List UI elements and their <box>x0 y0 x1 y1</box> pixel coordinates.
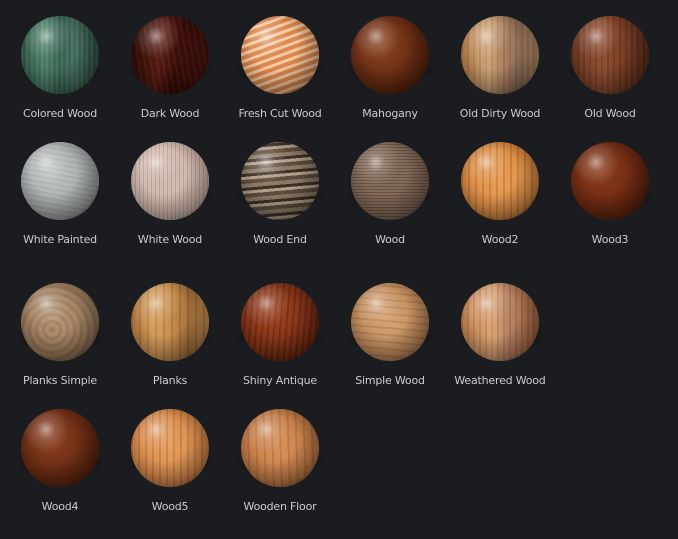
material-weathered-wood[interactable]: Weathered Wood <box>445 267 555 387</box>
material-sphere-preview <box>461 283 539 361</box>
material-sphere-preview <box>571 16 649 94</box>
material-sphere-preview <box>131 409 209 487</box>
material-wood4[interactable]: Wood4 <box>5 393 115 513</box>
material-wood3[interactable]: Wood3 <box>555 126 665 246</box>
material-shiny-antique[interactable]: Shiny Antique <box>225 267 335 387</box>
material-sphere-preview <box>241 16 319 94</box>
material-simple-wood[interactable]: Simple Wood <box>335 267 445 387</box>
material-sphere-preview <box>571 142 649 220</box>
material-mahogany[interactable]: Mahogany <box>335 0 445 120</box>
material-sphere-preview <box>351 142 429 220</box>
material-sphere-preview <box>131 16 209 94</box>
material-dark-wood[interactable]: Dark Wood <box>115 0 225 120</box>
material-sphere-preview <box>131 142 209 220</box>
material-label: Wooden Floor <box>243 500 317 513</box>
material-label: Wood3 <box>591 233 629 246</box>
material-planks-simple[interactable]: Planks Simple <box>5 267 115 387</box>
material-wood-end[interactable]: Wood End <box>225 126 335 246</box>
material-sphere-preview <box>21 142 99 220</box>
material-sphere-preview <box>21 16 99 94</box>
material-sphere-preview <box>461 16 539 94</box>
material-sphere-preview <box>131 283 209 361</box>
material-grid: Colored Wood Dark Wood Fresh Cut Wood Ma… <box>0 0 678 539</box>
material-wood2[interactable]: Wood2 <box>445 126 555 246</box>
material-white-wood[interactable]: White Wood <box>115 126 225 246</box>
material-sphere-preview <box>351 16 429 94</box>
material-sphere-preview <box>461 142 539 220</box>
material-fresh-cut-wood[interactable]: Fresh Cut Wood <box>225 0 335 120</box>
material-wood5[interactable]: Wood5 <box>115 393 225 513</box>
material-old-dirty-wood[interactable]: Old Dirty Wood <box>445 0 555 120</box>
material-sphere-preview <box>241 283 319 361</box>
material-sphere-preview <box>241 142 319 220</box>
material-planks[interactable]: Planks <box>115 267 225 387</box>
material-sphere-preview <box>21 409 99 487</box>
material-label: Weathered Wood <box>454 374 546 387</box>
material-label: Old Wood <box>584 107 636 120</box>
material-wooden-floor[interactable]: Wooden Floor <box>225 393 335 513</box>
material-wood[interactable]: Wood <box>335 126 445 246</box>
material-sphere-preview <box>351 283 429 361</box>
material-sphere-preview <box>241 409 319 487</box>
material-white-painted[interactable]: White Painted <box>5 126 115 246</box>
material-colored-wood[interactable]: Colored Wood <box>5 0 115 120</box>
material-sphere-preview <box>21 283 99 361</box>
material-old-wood[interactable]: Old Wood <box>555 0 665 120</box>
